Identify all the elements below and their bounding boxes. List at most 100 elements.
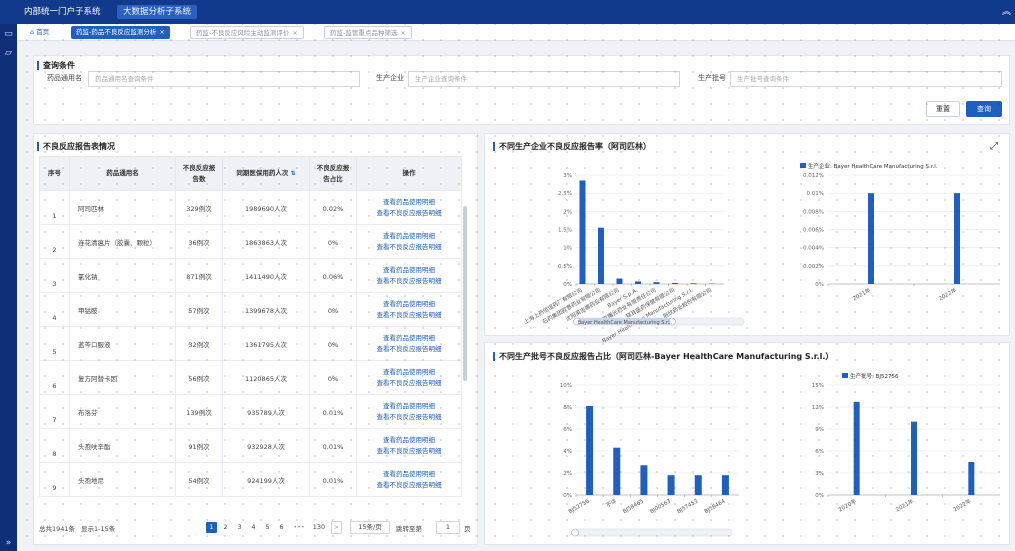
row-report-count: 139例次 [175, 394, 223, 429]
view-drug-usage-link[interactable]: 查看药品使用明细 [357, 469, 461, 480]
view-adr-report-link[interactable]: 查看不良反应报告明细 [357, 378, 461, 389]
row-drug-name: 甲钴胺 [69, 292, 176, 327]
view-adr-report-link[interactable]: 查看不良反应报告明细 [357, 208, 461, 219]
close-icon[interactable]: × [159, 28, 164, 36]
sort-icon[interactable]: ⇅ [291, 170, 296, 177]
report-table-title: 不良反应报告表情况 [37, 142, 115, 151]
row-report-count: 56例次 [175, 360, 223, 395]
row-drug-name: 蓝芩口服液 [69, 326, 176, 361]
row-users: 1411490人次 [222, 258, 310, 293]
page-ellipsis[interactable]: ••• [292, 522, 306, 533]
legend-label: 生产企业: Bayer HealthCare Manufacturing S.r… [808, 162, 938, 170]
collapse-up-icon[interactable]: ︽ [1002, 4, 1011, 17]
y-tick-label: 1.5% [558, 228, 572, 234]
view-adr-report-link[interactable]: 查看不良反应报告明细 [357, 310, 461, 321]
row-no: 9 [39, 462, 70, 497]
row-drug-name: 阿司匹林 [69, 190, 176, 225]
close-icon[interactable]: × [292, 29, 297, 37]
page-6[interactable]: 6 [276, 522, 287, 533]
page-5[interactable]: 5 [262, 522, 273, 533]
view-adr-report-link[interactable]: 查看不良反应报告明细 [357, 446, 461, 457]
view-drug-usage-link[interactable]: 查看药品使用明细 [357, 231, 461, 242]
row-users: 1361795人次 [222, 326, 310, 361]
jump-page-input[interactable]: 1 [436, 521, 460, 534]
row-users: 935789人次 [222, 394, 310, 429]
drug-name-input[interactable]: 药品通用名查询条件 [88, 71, 360, 87]
view-adr-report-link[interactable]: 查看不良反应报告明细 [357, 242, 461, 253]
row-operations: 查看药品使用明细 查看不良反应报告明细 [356, 360, 462, 395]
row-users: 932928人次 [222, 428, 310, 463]
batch-yearly-chart: 0% 3% 6% 9% 12% 15% 2020年 2021年 2022年 生产批号: BJ527… [812, 372, 1000, 514]
next-page-button[interactable]: > [331, 521, 342, 534]
system-tab-bigdata[interactable]: 大数据分析子系统 [117, 5, 198, 19]
row-operations: 查看药品使用明细 查看不良反应报告明细 [356, 258, 462, 293]
row-ratio: 0% [309, 224, 357, 259]
batch-number-input[interactable]: 生产批号查询条件 [730, 71, 1002, 87]
y-tick-label: 0% [563, 282, 572, 288]
row-report-count: 871例次 [175, 258, 223, 293]
table-scrollbar[interactable] [463, 206, 467, 381]
y-tick-label: 0.008% [803, 209, 824, 215]
x-tick-label: 2022年 [951, 497, 972, 514]
drug-name-label: 药品通用名 [47, 74, 82, 82]
view-drug-usage-link[interactable]: 查看药品使用明细 [357, 197, 461, 208]
table-row: 9 头孢地尼 54例次 924199人次 0.01% 查看药品使用明细 查看不良反应报告明细 [39, 462, 462, 497]
table-row: 8 头孢呋辛酯 91例次 932928人次 0.01% 查看药品使用明细 查看不良反应报告明… [39, 428, 462, 463]
page-last[interactable]: 130 [311, 522, 327, 533]
row-drug-name: 头孢地尼 [69, 462, 176, 497]
tab-home[interactable]: ⌂ 首页 [25, 26, 54, 39]
page-2[interactable]: 2 [220, 522, 231, 533]
page-1[interactable]: 1 [206, 522, 217, 533]
page-size-select[interactable]: 15条/页 [350, 521, 390, 534]
tab-adr-monitoring[interactable]: 药监-药品不良反应监测分析 × [71, 26, 170, 39]
tab-key-varieties[interactable]: 药监-监管重点品种筛选 × [324, 26, 412, 39]
col-header-operation: 操作 [356, 156, 462, 191]
row-report-count: 91例次 [175, 428, 223, 463]
folder-icon[interactable]: ▱ [2, 48, 15, 58]
col-header-no: 序号 [39, 156, 70, 191]
reset-button[interactable]: 重置 [926, 101, 960, 117]
row-no: 1 [39, 190, 70, 225]
row-ratio: 0.01% [309, 428, 357, 463]
x-tick-label: 不详 [604, 497, 618, 510]
total-count: 总共1941条 [39, 525, 76, 533]
view-adr-report-link[interactable]: 查看不良反应报告明细 [357, 344, 461, 355]
view-drug-usage-link[interactable]: 查看药品使用明细 [357, 367, 461, 378]
manufacturer-input[interactable]: 生产企业查询条件 [408, 71, 680, 87]
row-ratio: 0% [309, 360, 357, 395]
system-tab-portal[interactable]: 内部统一门户子系统 [18, 5, 107, 19]
monitor-icon[interactable]: ▭ [2, 29, 15, 39]
jump-label: 跳转至第 [396, 525, 422, 533]
tab-risk-evaluation[interactable]: 药监-不良反应风险主动监测评价 × [190, 26, 304, 39]
page-4[interactable]: 4 [248, 522, 259, 533]
y-tick-label: 2.5% [558, 191, 572, 197]
y-tick-label: 0% [563, 493, 572, 499]
view-drug-usage-link[interactable]: 查看药品使用明细 [357, 299, 461, 310]
bar [853, 401, 860, 495]
view-adr-report-link[interactable]: 查看不良反应报告明细 [357, 276, 461, 287]
expand-sidebar-icon[interactable]: » [2, 538, 15, 548]
y-tick-label: 0.006% [803, 228, 824, 234]
row-operations: 查看药品使用明细 查看不良反应报告明细 [356, 394, 462, 429]
row-operations: 查看药品使用明细 查看不良反应报告明细 [356, 462, 462, 497]
view-drug-usage-link[interactable]: 查看药品使用明细 [357, 401, 461, 412]
view-drug-usage-link[interactable]: 查看药品使用明细 [357, 265, 461, 276]
batch-chart-title: 不同生产批号不良反应报告占比（阿司匹林-Bayer HealthCare Man… [493, 352, 833, 361]
view-drug-usage-link[interactable]: 查看药品使用明细 [357, 435, 461, 446]
query-title: 查询条件 [37, 61, 75, 70]
page-tab-bar: ⌂ 首页 药监-药品不良反应监测分析 × 药监-不良反应风险主动监测评价 × 药监-… [17, 24, 1015, 41]
col-header-users[interactable]: 同期医保用药人次 ⇅ [222, 156, 310, 191]
chart-zoom-slider [571, 528, 733, 537]
view-adr-report-link[interactable]: 查看不良反应报告明细 [357, 480, 461, 491]
y-tick-label: 8% [563, 405, 572, 411]
page-3[interactable]: 3 [234, 522, 245, 533]
x-tick-label: BJ57453 [676, 498, 699, 515]
row-operations: 查看药品使用明细 查看不良反应报告明细 [356, 190, 462, 225]
close-icon[interactable]: × [400, 29, 405, 37]
bar [721, 475, 729, 495]
search-button[interactable]: 查询 [966, 101, 1002, 117]
row-operations: 查看药品使用明细 查看不良反应报告明细 [356, 292, 462, 327]
view-drug-usage-link[interactable]: 查看药品使用明细 [357, 333, 461, 344]
view-adr-report-link[interactable]: 查看不良反应报告明细 [357, 412, 461, 423]
bar [640, 465, 648, 495]
